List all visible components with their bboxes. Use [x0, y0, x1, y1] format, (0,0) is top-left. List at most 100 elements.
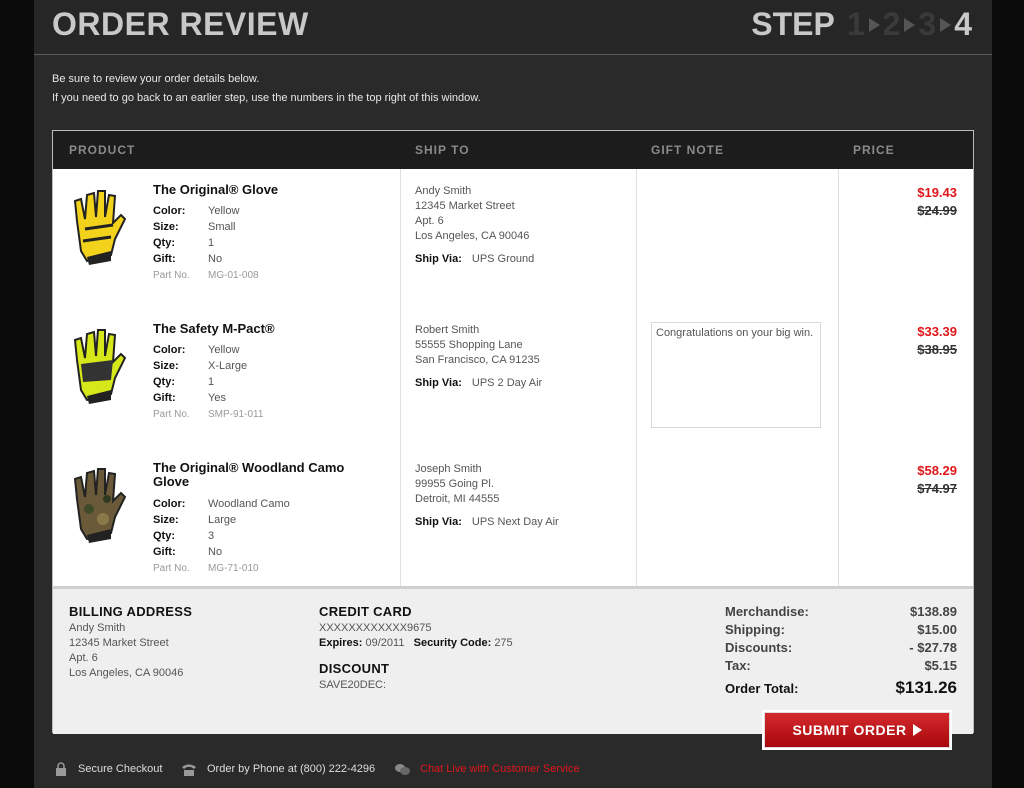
product-name: The Original® Glove: [153, 182, 279, 197]
page-title: ORDER REVIEW: [52, 6, 309, 42]
gift-value: No: [208, 253, 223, 265]
ship-line: Andy Smith: [415, 185, 472, 197]
size-value: Small: [208, 221, 236, 233]
tax-value: $5.15: [924, 658, 957, 673]
ship-line: Apt. 6: [415, 215, 444, 227]
table-header: PRODUCT SHIP TO GIFT NOTE PRICE: [53, 131, 973, 169]
part-label: Part No.: [153, 563, 190, 574]
intro-line-2: If you need to go back to an earlier ste…: [52, 92, 481, 104]
ship-via-value: UPS Next Day Air: [471, 516, 559, 528]
billing-line: Apt. 6: [69, 652, 98, 664]
billing-line: 12345 Market Street: [69, 637, 169, 649]
left-background: [0, 0, 34, 788]
original-price: $74.97: [917, 481, 957, 496]
qty-label: Qty:: [153, 530, 175, 542]
part-value: MG-01-008: [208, 270, 259, 281]
ship-via-label: Ship Via:: [415, 516, 462, 528]
order-total-label: Order Total:: [725, 681, 799, 696]
step-2-link[interactable]: 2: [883, 6, 901, 43]
ship-to-address: Robert Smith 55555 Shopping Lane San Fra…: [415, 323, 540, 368]
gift-label: Gift:: [153, 253, 176, 265]
live-chat-link[interactable]: Chat Live with Customer Service: [420, 763, 580, 775]
part-label: Part No.: [153, 409, 190, 420]
size-value: Large: [208, 514, 237, 526]
sale-price: $33.39: [917, 324, 957, 339]
order-total-value: $131.26: [895, 678, 957, 697]
qty-value: 3: [208, 530, 215, 542]
ship-via-value: UPS 2 Day Air: [471, 377, 543, 389]
part-label: Part No.: [153, 270, 190, 281]
intro-text: Be sure to review your order details bel…: [52, 70, 481, 108]
card-number: XXXXXXXXXXXX9675: [319, 622, 432, 634]
ship-via: Ship Via: UPS Ground: [415, 253, 534, 265]
original-price: $38.95: [917, 342, 957, 357]
original-price: $24.99: [917, 203, 957, 218]
phone-icon: [182, 764, 196, 776]
size-label: Size:: [153, 221, 179, 233]
ship-line: 99955 Going Pl.: [415, 478, 494, 490]
card-expiry: Expires: 09/2011 Security Code: 275: [319, 636, 513, 651]
order-by-phone-text: Order by Phone at (800) 222-4296: [207, 763, 376, 775]
column-header-price: PRICE: [853, 143, 895, 157]
sale-price: $19.43: [917, 185, 957, 200]
tax-label: Tax:: [725, 658, 751, 673]
gift-label: Gift:: [153, 546, 176, 558]
table-row: The Original® Woodland Camo Glove Color:…: [53, 447, 973, 587]
step-navigation: STEP 1 2 3 4: [751, 6, 972, 43]
ship-line: 12345 Market Street: [415, 200, 515, 212]
qty-value: 1: [208, 237, 215, 249]
column-divider: [838, 169, 839, 586]
discount-heading: DISCOUNT: [319, 661, 390, 676]
step-label: STEP: [751, 6, 835, 42]
step-arrow-icon: [904, 17, 916, 32]
size-label: Size:: [153, 360, 179, 372]
step-3-link[interactable]: 3: [918, 6, 936, 43]
submit-order-label: SUBMIT ORDER: [792, 722, 907, 738]
lock-icon: [56, 762, 66, 776]
security-code-label: Security Code:: [413, 637, 492, 649]
color-value: Yellow: [208, 344, 240, 356]
billing-address: Andy Smith 12345 Market Street Apt. 6 Lo…: [69, 621, 183, 681]
table-row: The Safety M-Pact® Color: Yellow Size: X-L…: [53, 308, 973, 448]
discount-code: SAVE20DEC:: [319, 679, 387, 691]
order-review-panel: ORDER REVIEW STEP 1 2 3 4 Be sure to rev…: [34, 0, 992, 788]
submit-order-button[interactable]: SUBMIT ORDER: [764, 712, 950, 748]
column-divider: [636, 169, 637, 586]
column-header-ship-to: SHIP TO: [415, 143, 470, 157]
size-value: X-Large: [208, 360, 248, 372]
qty-label: Qty:: [153, 237, 175, 249]
billing-line: Los Angeles, CA 90046: [69, 667, 184, 679]
chat-bubble-icon: [395, 764, 410, 775]
merchandise-value: $138.89: [910, 604, 957, 619]
credit-card-heading: CREDIT CARD: [319, 604, 412, 619]
expires-value: 09/2011: [365, 637, 405, 649]
size-label: Size:: [153, 514, 179, 526]
glove-image: [73, 329, 127, 404]
part-value: SMP-91-011: [208, 409, 264, 420]
step-arrow-icon: [940, 17, 952, 32]
security-code-value: 275: [494, 637, 513, 649]
column-header-gift-note: GIFT NOTE: [651, 143, 724, 157]
discounts-label: Discounts:: [725, 640, 793, 655]
column-divider: [400, 169, 401, 586]
ship-line: Robert Smith: [415, 324, 480, 336]
gift-note-box: Congratulations on your big win.: [651, 322, 821, 428]
color-value: Yellow: [208, 205, 240, 217]
color-value: Woodland Camo: [208, 498, 290, 510]
ship-via: Ship Via: UPS Next Day Air: [415, 516, 559, 528]
ship-line: Joseph Smith: [415, 463, 482, 475]
merchandise-label: Merchandise:: [725, 604, 809, 619]
color-label: Color:: [153, 498, 186, 510]
step-arrow-icon: [868, 17, 880, 32]
ship-line: Detroit, MI 44555: [415, 493, 500, 505]
discounts-value: - $27.78: [909, 640, 957, 655]
step-1-link[interactable]: 1: [847, 6, 865, 43]
qty-label: Qty:: [153, 376, 175, 388]
gift-value: No: [208, 546, 223, 558]
color-label: Color:: [153, 205, 186, 217]
ship-line: San Francisco, CA 91235: [415, 354, 540, 366]
glove-image: [73, 468, 127, 543]
color-label: Color:: [153, 344, 186, 356]
secure-checkout-text: Secure Checkout: [78, 763, 163, 775]
ship-via-label: Ship Via:: [415, 377, 462, 389]
